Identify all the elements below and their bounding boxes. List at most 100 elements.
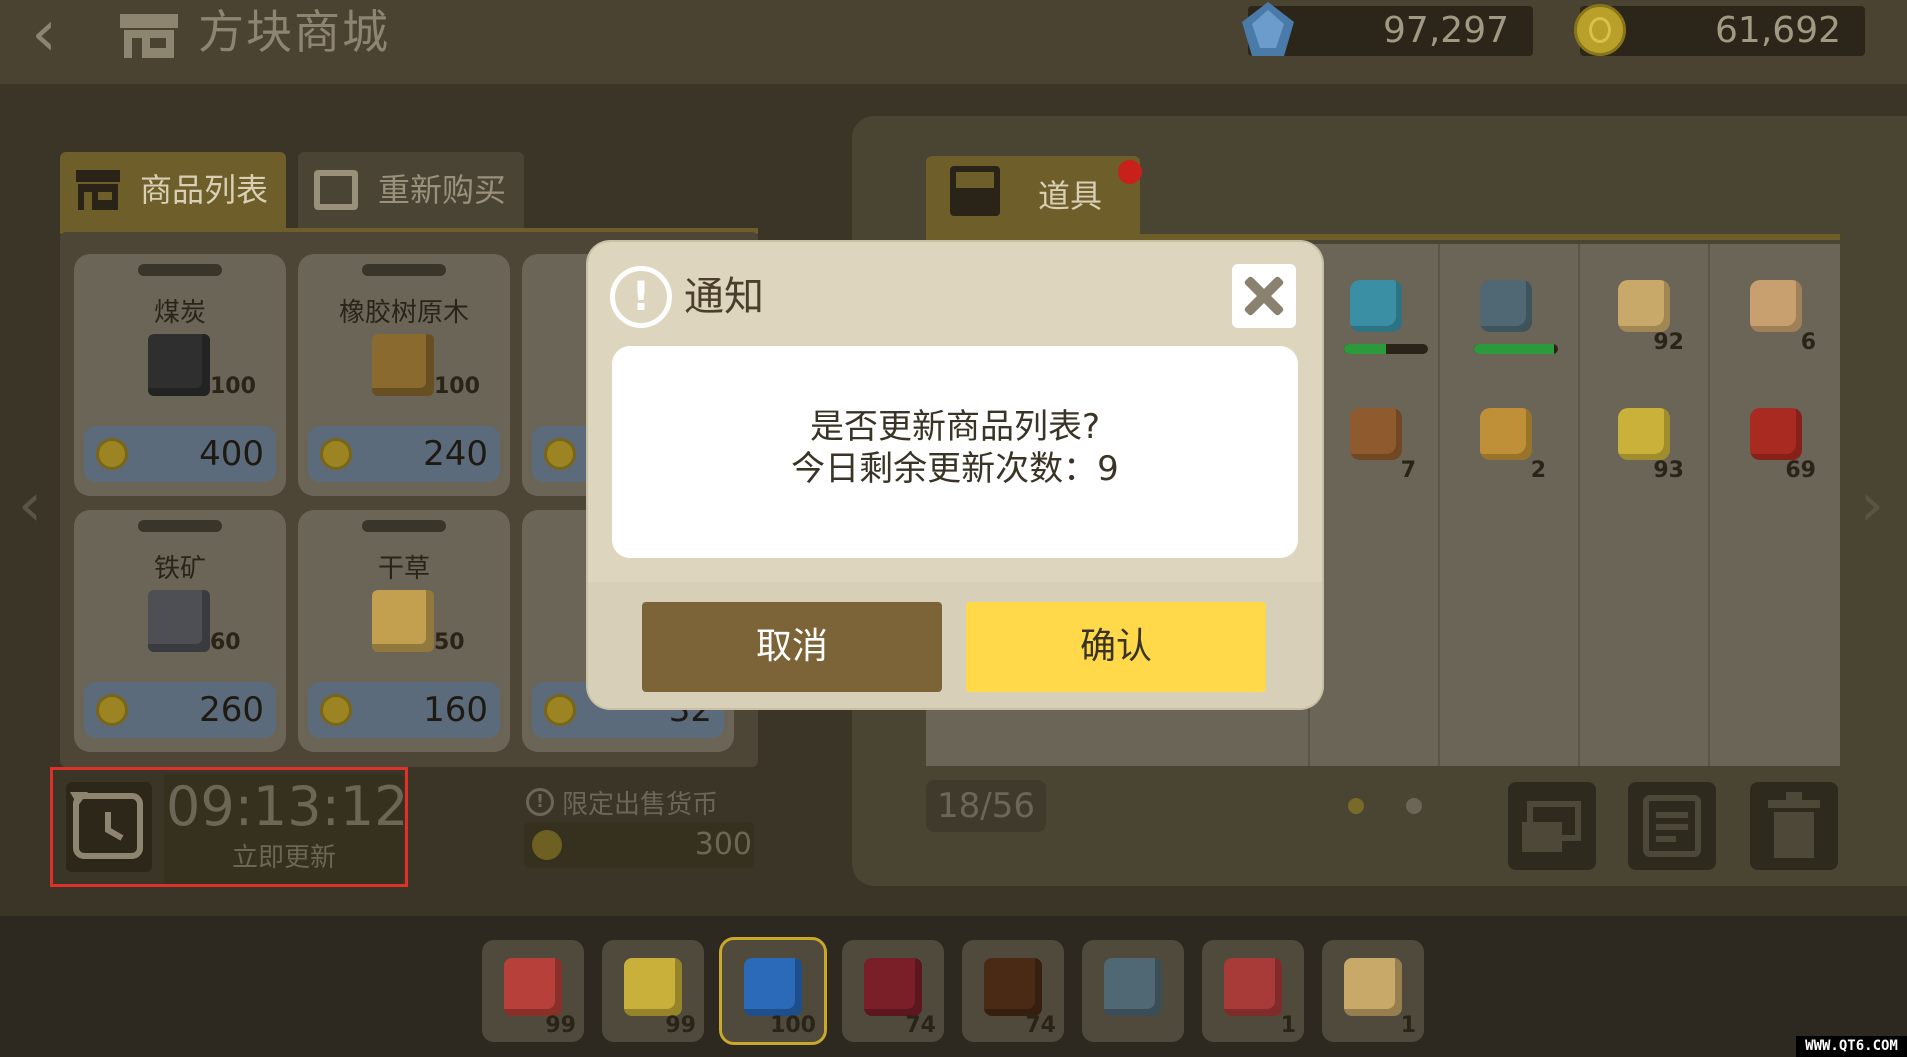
- hotbar-slot[interactable]: 1: [1322, 940, 1424, 1042]
- next-page-arrow[interactable]: ›: [1860, 470, 1884, 540]
- item-count: 74: [1025, 1013, 1056, 1038]
- pickaxe-icon: [1350, 280, 1402, 332]
- list-button[interactable]: [1628, 782, 1716, 870]
- inventory-slot[interactable]: 93: [1604, 400, 1684, 483]
- goods-card[interactable]: 干草 50 160: [298, 510, 510, 752]
- coin-icon: [320, 694, 352, 726]
- card-pin: [362, 520, 446, 532]
- goods-card[interactable]: 橡胶树原木 100 240: [298, 254, 510, 496]
- hotbar-slot[interactable]: 1: [1202, 940, 1304, 1042]
- gem-icon: [1242, 2, 1294, 56]
- goods-card[interactable]: 煤炭 100 400: [74, 254, 286, 496]
- watermark: WWW.QT6.COM: [1796, 1036, 1907, 1057]
- goods-card[interactable]: 铁矿 60 260: [74, 510, 286, 752]
- grid-divider: [1708, 244, 1710, 766]
- highlight-box: [50, 767, 408, 887]
- inventory-slot[interactable]: 6: [1736, 272, 1816, 355]
- item-count: 92: [1653, 330, 1684, 355]
- inventory-slot[interactable]: 92: [1604, 272, 1684, 355]
- roast-icon: [1350, 408, 1402, 460]
- coin-icon: [532, 830, 562, 860]
- goods-count: 100: [210, 374, 256, 399]
- hotbar-slot[interactable]: [1082, 940, 1184, 1042]
- confirm-button[interactable]: 确认: [966, 602, 1266, 692]
- hotbar-slot[interactable]: 100: [719, 937, 827, 1045]
- yellow-block-icon: [624, 958, 682, 1016]
- goods-name: 橡胶树原木: [338, 298, 469, 328]
- inventory-slot[interactable]: [1466, 272, 1558, 354]
- potion-icon: [1224, 958, 1282, 1016]
- shop-icon: [120, 14, 178, 58]
- brown-block-icon: [984, 958, 1042, 1016]
- goods-count: 100: [434, 374, 480, 399]
- inventory-slot[interactable]: 2: [1466, 400, 1546, 483]
- goods-name: 干草: [377, 554, 430, 584]
- coin-icon: [96, 438, 128, 470]
- goods-price: 260: [199, 690, 264, 730]
- price-bar: 160: [308, 682, 500, 738]
- gem-amount: 97,297: [1383, 10, 1509, 51]
- coin-icon: [544, 694, 576, 726]
- grid-divider: [1578, 244, 1580, 766]
- apple-icon: [1750, 408, 1802, 460]
- info-icon: !: [526, 788, 554, 816]
- item-count: 99: [665, 1013, 696, 1038]
- trash-icon: [1768, 792, 1820, 858]
- hotbar-slot[interactable]: 99: [482, 940, 584, 1042]
- page-dot[interactable]: [1406, 798, 1422, 814]
- limit-currency-label: 限定出售货币: [562, 790, 719, 820]
- durability-fill: [1474, 344, 1554, 354]
- dialog-title: 通知: [684, 274, 764, 320]
- item-count: 99: [545, 1013, 576, 1038]
- meat-icon: [1750, 280, 1802, 332]
- goods-name: 铁矿: [153, 554, 206, 584]
- close-button[interactable]: [1232, 264, 1296, 328]
- hotbar-slot[interactable]: 99: [602, 940, 704, 1042]
- log-block-icon: [372, 334, 434, 396]
- coin-icon: [544, 438, 576, 470]
- inventory-slot[interactable]: 7: [1336, 400, 1416, 483]
- item-count: 1: [1280, 1013, 1296, 1038]
- hotbar-slot[interactable]: 74: [962, 940, 1064, 1042]
- goods-price: 400: [199, 434, 264, 474]
- delete-button[interactable]: [1750, 782, 1838, 870]
- tab-label: 道具: [1038, 177, 1103, 215]
- coal-block-icon: [148, 334, 210, 396]
- coin-amount: 61,692: [1715, 10, 1841, 51]
- tab-rebuy[interactable]: 重新购买: [298, 152, 524, 228]
- limit-price: 300: [694, 827, 752, 862]
- cancel-button[interactable]: 取消: [642, 602, 942, 692]
- item-count: 1: [1400, 1013, 1416, 1038]
- iron-ore-icon: [148, 590, 210, 652]
- honey-jar-icon: [1480, 408, 1532, 460]
- item-count: 100: [770, 1013, 816, 1038]
- durability-bar: [1474, 344, 1558, 354]
- coin-icon: [96, 694, 128, 726]
- durability-fill: [1344, 344, 1386, 354]
- hotbar-slot[interactable]: 74: [842, 940, 944, 1042]
- blue-block-icon: [744, 958, 802, 1016]
- inventory-capacity: 18/56: [937, 786, 1035, 826]
- red-block-icon: [504, 958, 562, 1016]
- hay-icon: [372, 590, 434, 652]
- card-pin: [138, 264, 222, 276]
- goods-name: 煤炭: [153, 298, 206, 328]
- prev-page-arrow[interactable]: ‹: [18, 470, 42, 540]
- card-pin: [138, 520, 222, 532]
- inventory-slot[interactable]: [1336, 272, 1428, 354]
- page-dot-active[interactable]: [1348, 798, 1364, 814]
- goods-count: 60: [210, 630, 241, 655]
- price-bar: 240: [308, 426, 500, 482]
- price-bar: 400: [84, 426, 276, 482]
- tab-underline: [926, 234, 1840, 240]
- tab-label: 重新购买: [378, 171, 507, 209]
- list-icon: [1643, 795, 1701, 857]
- back-button[interactable]: ‹: [14, 2, 74, 66]
- trade-button[interactable]: [1508, 782, 1596, 870]
- inventory-slot[interactable]: 69: [1736, 400, 1816, 483]
- cheese-icon: [1618, 408, 1670, 460]
- goods-count: 50: [434, 630, 465, 655]
- notification-dot: [1118, 160, 1142, 184]
- grid-icon: [314, 170, 358, 210]
- tab-goods-list[interactable]: 商品列表: [60, 152, 286, 228]
